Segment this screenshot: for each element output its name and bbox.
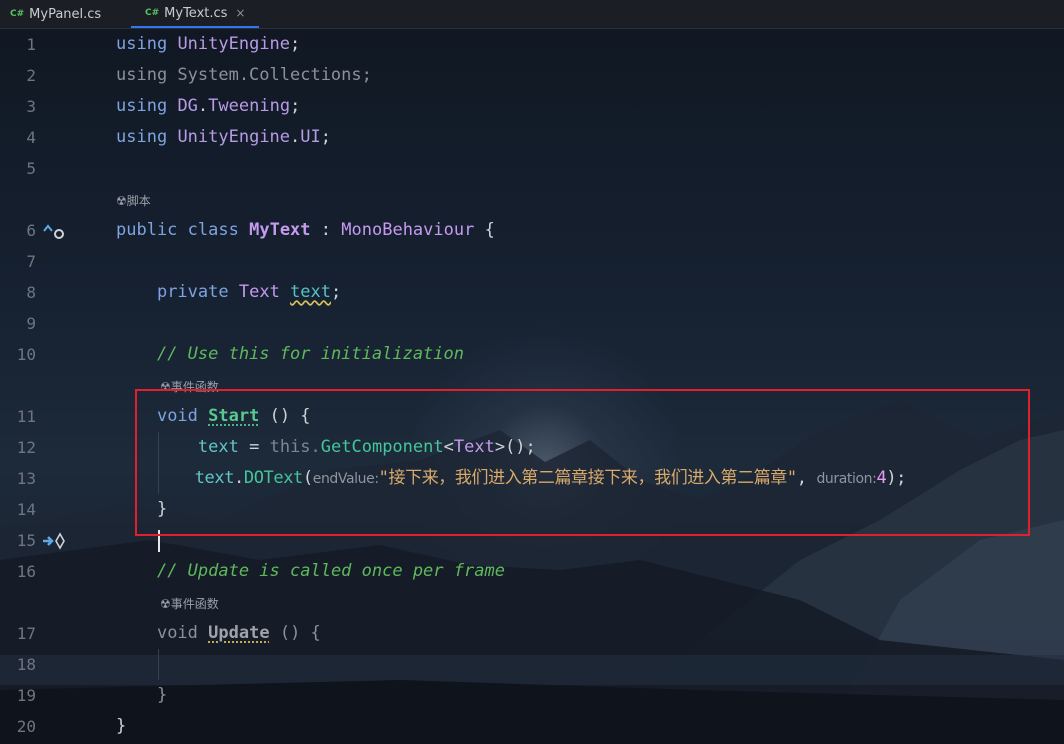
line-number: 19	[16, 686, 36, 705]
line-number: 13	[16, 469, 36, 488]
editor-tab-bar: C# MyPanel.cs C# MyText.cs ×	[0, 0, 1064, 29]
event-function-hint[interactable]: ☢事件函数	[160, 594, 219, 614]
unity-script-icon: ☢	[116, 194, 127, 208]
line-number: 15	[16, 531, 36, 550]
unity-event-icon: ☢	[160, 597, 171, 611]
highlight-annotation-box	[135, 389, 1030, 536]
implements-up-arrow-icon[interactable]	[42, 222, 66, 240]
line-number: 8	[26, 283, 36, 302]
csharp-file-icon: C#	[145, 8, 160, 18]
code-line-2[interactable]: using System.Collections;	[116, 60, 372, 91]
line-number: 4	[26, 128, 36, 147]
close-icon[interactable]: ×	[235, 6, 245, 20]
code-line-3[interactable]: using DG.Tweening;	[116, 91, 300, 122]
line-number: 14	[16, 500, 36, 519]
code-line-19[interactable]: }	[116, 680, 167, 711]
tab-mytext[interactable]: C# MyText.cs ×	[131, 0, 260, 28]
tab-mypanel[interactable]: C# MyPanel.cs	[10, 0, 101, 28]
line-number: 16	[16, 562, 36, 581]
line-number: 6	[26, 221, 36, 240]
code-line-10[interactable]: // Use this for initialization	[116, 339, 464, 370]
code-line-17[interactable]: void Update () {	[116, 618, 321, 649]
indent-guide	[158, 649, 159, 680]
line-number: 2	[26, 66, 36, 85]
line-number: 18	[16, 655, 36, 674]
line-number: 1	[26, 35, 36, 54]
code-line-20[interactable]: }	[116, 711, 126, 742]
code-line-8[interactable]: private Text text;	[116, 277, 341, 308]
code-line-1[interactable]: using UnityEngine;	[116, 29, 300, 60]
script-usage-hint[interactable]: ☢脚本	[116, 191, 151, 211]
line-number: 9	[26, 314, 36, 333]
line-number: 3	[26, 97, 36, 116]
line-number: 12	[16, 438, 36, 457]
code-line-16[interactable]: // Update is called once per frame	[116, 556, 505, 587]
line-number: 7	[26, 252, 36, 271]
csharp-file-icon: C#	[10, 9, 25, 19]
line-number: 20	[16, 717, 36, 736]
line-number: 11	[16, 407, 36, 426]
run-to-cursor-icon[interactable]	[42, 532, 66, 550]
line-number: 17	[16, 624, 36, 643]
tab-label: MyText.cs	[164, 5, 228, 21]
code-line-6[interactable]: public class MyText : MonoBehaviour {	[116, 215, 495, 246]
line-number: 5	[26, 159, 36, 178]
line-number: 10	[16, 345, 36, 364]
code-line-4[interactable]: using UnityEngine.UI;	[116, 122, 331, 153]
tab-label: MyPanel.cs	[29, 6, 102, 22]
